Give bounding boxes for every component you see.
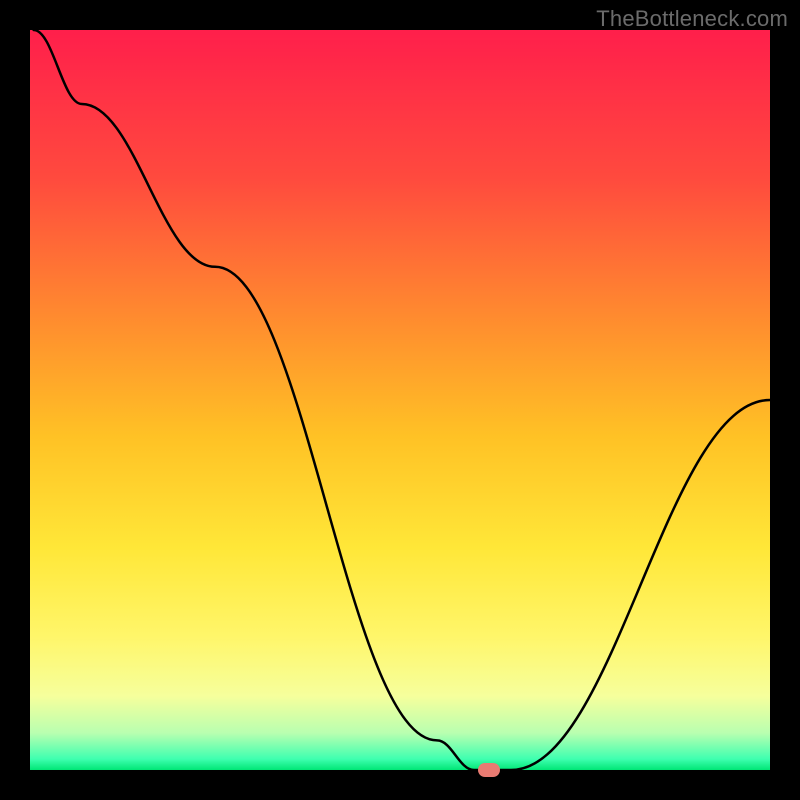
watermark-text: TheBottleneck.com xyxy=(596,6,788,32)
bottleneck-curve xyxy=(30,30,770,770)
plot-area xyxy=(30,30,770,770)
minimum-marker xyxy=(478,763,500,777)
chart-container: TheBottleneck.com xyxy=(0,0,800,800)
